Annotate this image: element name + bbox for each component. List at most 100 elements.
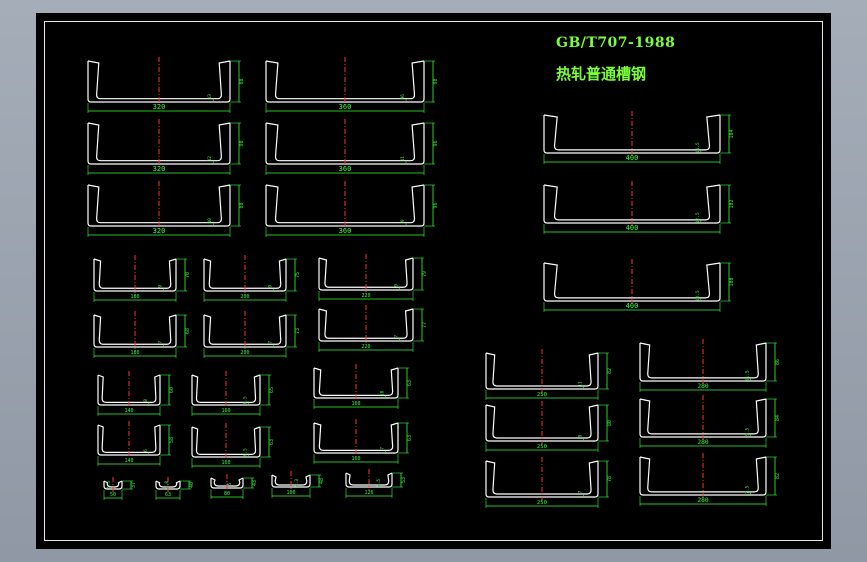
dimension-flange-label: 96: [433, 140, 439, 146]
dimension-size-label: 280: [697, 383, 709, 390]
dimension-thickness-label: 9: [577, 434, 583, 437]
dimension-flange-label: 77: [422, 322, 428, 328]
channel-profiles-layer: 3208813360989632090123609611320881036096…: [87, 57, 781, 508]
channel-profile: 360 96 9: [265, 181, 439, 237]
dimension-thickness-label: 9: [394, 284, 400, 287]
dimension-size-label: 160: [351, 456, 360, 462]
dimension-thickness-label: 7: [267, 341, 273, 344]
dimension-flange-label: 104: [729, 129, 735, 138]
dimension-thickness-label: 4.8: [164, 481, 170, 489]
dimension-flange-label: 63: [269, 439, 275, 445]
dimension-flange-label: 70: [185, 272, 191, 278]
dimension-flange-label: 100: [729, 277, 735, 286]
dimension-thickness-label: 11.5: [744, 370, 750, 381]
dimension-flange-label: 86: [775, 359, 781, 365]
dimension-size-label: 200: [240, 294, 249, 300]
profile-outline: [191, 426, 261, 458]
dimension-flange-label: 79: [422, 271, 428, 277]
profile-outline: [313, 422, 399, 454]
dimension-flange-label: 60: [169, 387, 175, 393]
dimension-size-label: 160: [351, 401, 360, 407]
dimension-flange-label: 80: [607, 420, 613, 426]
dimension-size-label: 400: [626, 224, 639, 232]
dimension-size-label: 50: [110, 492, 116, 498]
dimension-size-label: 320: [153, 165, 166, 173]
dimension-thickness-label: 7.5: [744, 486, 750, 494]
dimension-thickness-label: 12.5: [695, 212, 701, 223]
channel-profile: 360 98 96: [265, 57, 439, 113]
dimension-thickness-label: 11: [400, 156, 406, 162]
channel-profile: 360 96 11: [265, 119, 439, 175]
channel-profile: 200 75 9: [203, 255, 301, 302]
channel-profile: 400 100 10.5: [543, 259, 735, 312]
profile-outline: [97, 424, 161, 456]
channel-profile: 63 40 4.8: [155, 477, 195, 500]
dimension-thickness-label: 8: [143, 399, 149, 402]
channel-profile: 160 65 8.5: [191, 371, 275, 416]
dimension-thickness-label: 10: [379, 390, 385, 396]
channel-profile: 220777: [318, 305, 428, 352]
dimension-flange-label: 73: [295, 328, 301, 334]
channel-profile: 160 63 7: [313, 419, 413, 464]
dimension-size-label: 220: [361, 344, 370, 350]
dimension-size-label: 80: [224, 491, 230, 497]
dimension-size-label: 400: [626, 302, 639, 310]
dimension-thickness-label: 12: [207, 156, 213, 162]
channel-profile: 250 78 7: [485, 457, 613, 508]
channel-profile: 280 86 11.5: [639, 339, 781, 392]
channel-profile: 180 70 9: [93, 255, 191, 302]
dimension-size-label: 360: [339, 165, 352, 173]
dimension-flange-label: 53: [401, 477, 407, 483]
channel-profile: 80 43 5: [210, 474, 258, 499]
dimension-thickness-label: 7: [394, 335, 400, 338]
dimension-thickness-label: 9.5: [744, 428, 750, 436]
channel-profile: 250 80 9: [485, 401, 613, 452]
dimension-flange-label: 82: [775, 473, 781, 479]
dimension-size-label: 320: [153, 103, 166, 111]
dimension-size-label: 250: [537, 500, 548, 506]
dimension-size-label: 160: [221, 408, 230, 414]
dimension-thickness-label: 4.5: [106, 481, 112, 489]
dimension-flange-label: 63: [407, 435, 413, 441]
dimension-flange-label: 84: [775, 415, 781, 421]
dimension-thickness-label: 8.5: [242, 396, 248, 404]
dimension-thickness-label: 10.5: [695, 290, 701, 301]
channel-profile: 50 37 4.5: [103, 477, 137, 500]
profile-outline: [97, 374, 161, 406]
dimension-size-label: 250: [537, 392, 548, 398]
dimension-flange-label: 68: [185, 328, 191, 334]
dimension-size-label: 126: [364, 490, 373, 496]
dimension-size-label: 63: [165, 492, 171, 498]
channel-profile: 250 82 11: [485, 349, 613, 400]
dimension-thickness-label: 13: [207, 94, 213, 100]
dimension-size-label: 280: [697, 497, 709, 504]
dimension-thickness-label: 5.3: [294, 479, 300, 487]
dimension-thickness-label: 10: [207, 218, 213, 224]
channel-profile: 280 84 9.5: [639, 395, 781, 448]
dimension-flange-label: 58: [169, 437, 175, 443]
dimension-flange-label: 88: [239, 202, 245, 208]
cad-viewport[interactable]: GB/T707-1988 热轧普通槽钢 320 88 13 360 98 96 320 90 1…: [0, 0, 867, 562]
channel-profile: 320 90 12: [87, 119, 245, 175]
dimension-size-label: 160: [221, 460, 230, 466]
channel-profile: 280 82 7.5: [639, 453, 781, 506]
dimension-size-label: 180: [130, 294, 139, 300]
dimension-size-label: 280: [697, 439, 709, 446]
dimension-size-label: 200: [240, 350, 249, 356]
channel-profile: 400 104 14.5: [543, 111, 735, 164]
dimension-size-label: 140: [124, 458, 133, 464]
dimension-thickness-label: 5.5: [376, 479, 382, 487]
dimension-flange-label: 96: [433, 202, 439, 208]
profile-outline: [313, 367, 399, 399]
dimension-flange-label: 90: [239, 140, 245, 146]
dimension-thickness-label: 11: [577, 381, 583, 387]
dimension-thickness-label: 6: [143, 449, 149, 452]
dimension-flange-label: 40: [189, 482, 195, 488]
channel-profile: 140 58 6: [97, 421, 175, 466]
dimension-thickness-label: 7: [379, 447, 385, 450]
dimension-thickness-label: 9: [157, 285, 163, 288]
dimension-flange-label: 102: [729, 199, 735, 208]
dimension-thickness-label: 14.5: [695, 142, 701, 153]
channel-profile: 126 53 5.5: [345, 469, 407, 498]
dimension-flange-label: 43: [252, 480, 258, 486]
